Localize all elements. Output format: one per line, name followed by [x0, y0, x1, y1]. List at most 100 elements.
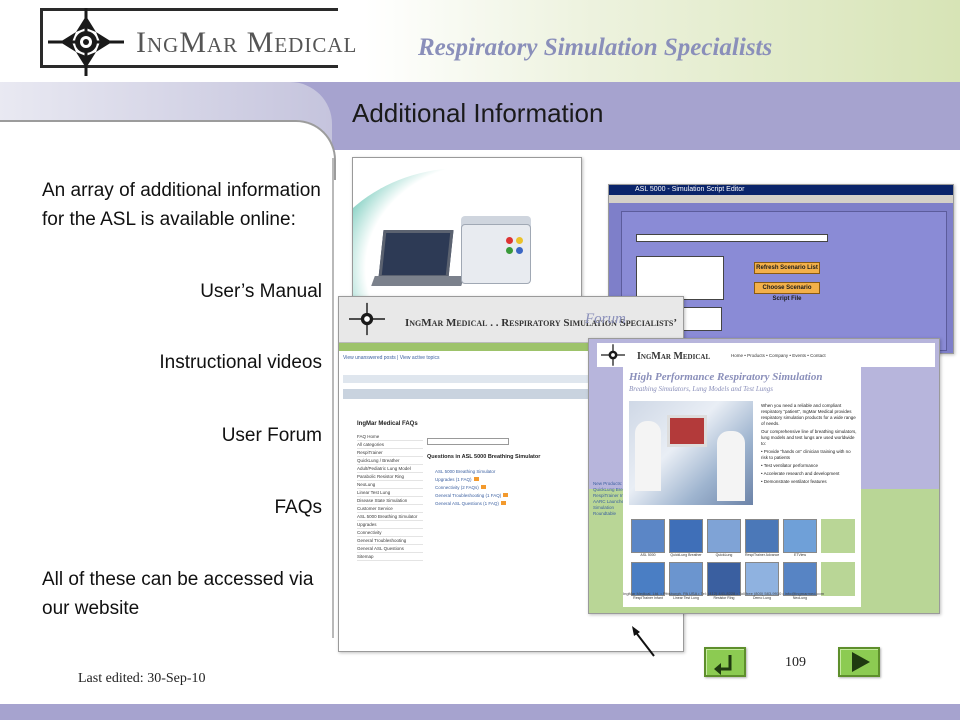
laptop-image	[378, 230, 454, 278]
simulator-image	[461, 224, 531, 284]
product-thumbnail-label: RespiTrainer Advance	[745, 553, 779, 557]
faq-nav-item: Upgrades	[357, 521, 423, 529]
product-thumbnail-label: Linear Test Lung	[673, 596, 699, 600]
arrow-icon	[632, 626, 655, 657]
refresh-scenario-button: Refresh Scenario List	[754, 262, 820, 274]
clinician-figure-2	[717, 431, 745, 501]
editor-directory-field	[636, 234, 828, 242]
website-product-grid: ASL 5000 QuickLung Breather QuickLung Respi…	[631, 519, 857, 602]
indicator-green	[506, 247, 513, 254]
faq-question-link: Upgrades (1 FAQ)	[435, 477, 479, 482]
forum-header: IngMar Medical . . Respiratory Simulatio…	[339, 297, 683, 343]
users-manual-item: User’s Manual	[200, 281, 322, 302]
faq-question-link: ASL 5000 Breathing Simulator	[435, 469, 495, 474]
forum-brand: IngMar Medical . . Respiratory Simulatio…	[405, 317, 677, 329]
website-product-tile: Resistor Ring	[707, 562, 741, 602]
faq-nav-item: FAQ Home	[357, 433, 423, 441]
website-product-tile: ASL 5000	[631, 519, 665, 559]
website-nav: Home • Products • Company • Events • Con…	[731, 353, 826, 358]
faq-question-link: General Troubleshooting (1 FAQ)	[435, 493, 509, 498]
rss-icon	[480, 485, 486, 489]
laptop-base-image	[371, 276, 465, 286]
website-product-tile: QuickLung Breather	[669, 519, 703, 559]
faq-question-link: Connectivity (2 FAQs)	[435, 485, 486, 490]
website-footer: IngMar Medical, Ltd. • Pittsburgh, PA US…	[623, 591, 825, 596]
product-thumbnail	[669, 519, 703, 553]
return-button[interactable]	[704, 647, 746, 677]
product-thumbnail	[631, 519, 665, 553]
website-product-tile: NeoLung	[783, 562, 817, 602]
product-thumbnail-label: Demo Lung	[752, 596, 772, 600]
faq-search-field	[427, 438, 509, 445]
next-button[interactable]	[838, 647, 880, 677]
product-thumbnail	[707, 519, 741, 553]
faq-nav-item: Sitemap	[357, 553, 423, 561]
product-thumbnail	[821, 519, 855, 553]
product-thumbnail-label: QuickLung Breather	[670, 553, 702, 557]
product-thumbnail	[745, 519, 779, 553]
faq-title: IngMar Medical FAQs	[357, 421, 418, 427]
forum-logo-icon	[349, 302, 385, 336]
editor-scenario-list	[636, 256, 724, 300]
monitor-image	[667, 415, 707, 447]
indicator-blue	[516, 247, 523, 254]
faq-questions-title: Questions in ASL 5000 Breathing Simulato…	[427, 454, 541, 460]
faq-nav-item: General Troubleshooting	[357, 537, 423, 545]
ingmar-logo-icon	[48, 8, 124, 76]
rss-icon	[473, 477, 479, 481]
website-main: High Performance Respiratory Simulation …	[623, 367, 861, 607]
faq-nav-item: Parabolic Resistor Ring	[357, 473, 423, 481]
faq-question-label: Connectivity (2 FAQs)	[435, 485, 479, 490]
website-text-line: Our comprehensive line of breathing simu…	[761, 429, 857, 446]
website-product-tile: Demo Lung	[745, 562, 779, 602]
faq-nav-item: QuickLung / Breather	[357, 457, 423, 465]
product-thumbnail-label: NeoLung	[792, 596, 808, 600]
faq-nav-item: Adult/Pediatric Lung Model	[357, 465, 423, 473]
play-next-icon	[852, 652, 870, 672]
website-hero-title: High Performance Respiratory Simulation	[629, 371, 823, 383]
faq-question-label: General ASL Questions (1 FAQ)	[435, 501, 499, 506]
faqs-item: FAQs	[274, 497, 322, 518]
forum-links: View unanswered posts | View active topi…	[343, 355, 440, 361]
product-thumbnail-label	[821, 553, 855, 559]
editor-menubar	[609, 195, 953, 203]
product-thumbnail	[783, 519, 817, 553]
product-thumbnail-label	[821, 596, 855, 602]
website-intro-text: When you need a reliable and compliant r…	[761, 403, 857, 487]
faq-question-label: General Troubleshooting (1 FAQ)	[435, 493, 502, 498]
clinician-figure	[635, 421, 661, 491]
tagline: Respiratory Simulation Specialists	[418, 34, 773, 61]
faq-nav-item: NeoLung	[357, 481, 423, 489]
instructional-videos-item: Instructional videos	[159, 352, 322, 373]
forum-word: Forum	[585, 311, 626, 327]
faq-nav-item: All categories	[357, 441, 423, 449]
content-frame-curve	[0, 120, 336, 180]
website-product-tile: RespiTrainer Infant	[631, 562, 665, 602]
website-hero-subtitle: Breathing Simulators, Lung Models and Te…	[629, 385, 773, 393]
website-product-tile: Linear Test Lung	[669, 562, 703, 602]
faq-question-link: General ASL Questions (1 FAQ)	[435, 501, 506, 506]
faq-question-label: ASL 5000 Breathing Simulator	[435, 469, 496, 474]
faq-nav-item: Customer Service	[357, 505, 423, 513]
user-forum-item: User Forum	[221, 425, 322, 446]
slide-title: Additional Information	[352, 98, 604, 128]
website-product-tile: ETView	[783, 519, 817, 559]
faq-nav-item: Linear Test Lung	[357, 489, 423, 497]
logo-text: IngMar Medical	[136, 26, 358, 59]
website-text-line: • Demonstrate ventilator features	[761, 479, 827, 484]
rss-icon	[500, 501, 506, 505]
faq-nav-item: ASL 5000 Breathing Simulator	[357, 513, 423, 521]
slide-header: IngMar Medical Respiratory Simulation Sp…	[0, 0, 960, 82]
website-product-tile	[821, 562, 855, 602]
last-edited: Last edited: 30-Sep-10	[78, 671, 206, 686]
slide-number: 109	[785, 655, 806, 670]
product-thumbnail	[821, 562, 855, 596]
website-product-tile	[821, 519, 855, 559]
website-text-line: • Provide “hands on” clinician training …	[761, 449, 851, 460]
faq-nav-item: RespiTrainer	[357, 449, 423, 457]
rss-icon	[503, 493, 509, 497]
choose-scenario-button: Choose Scenario Script File	[754, 282, 820, 302]
website-text-line: • Accelerate research and development	[761, 471, 840, 476]
divider	[332, 158, 334, 638]
editor-title: ASL 5000 - Simulation Script Editor	[635, 186, 745, 193]
